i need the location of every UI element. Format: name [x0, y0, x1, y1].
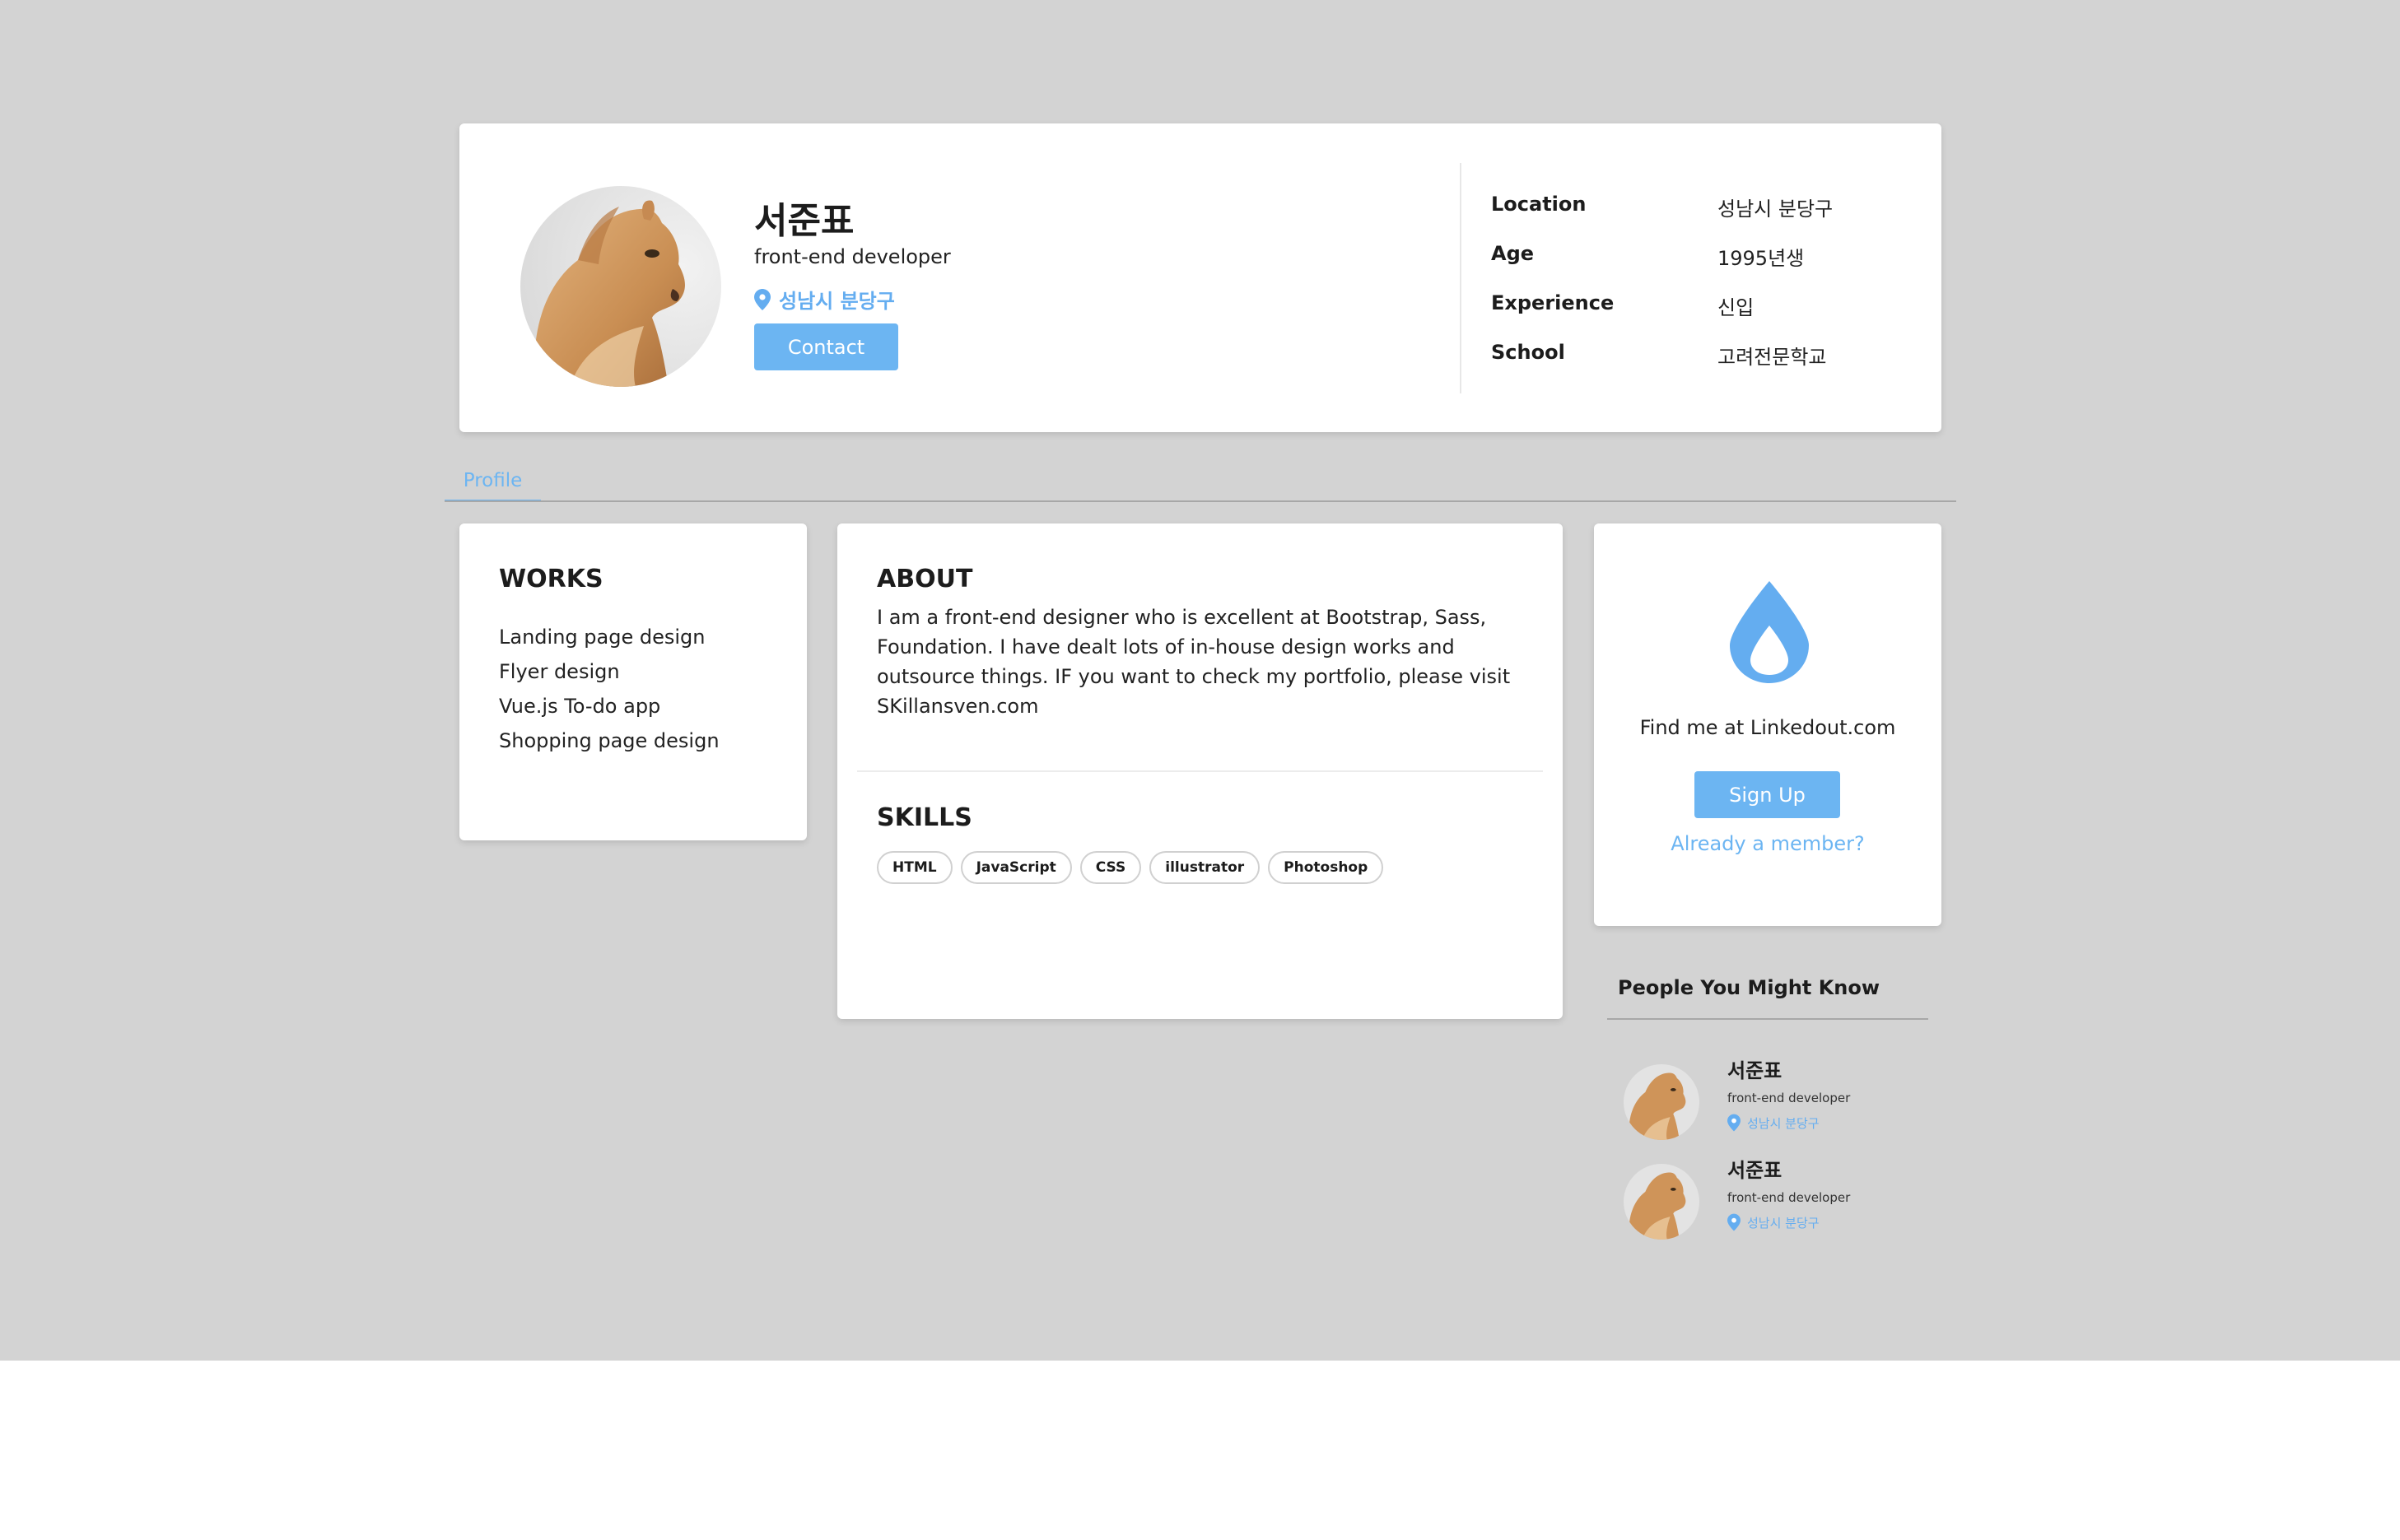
- list-item[interactable]: 서준표 front-end developer 성남시 분당구: [1624, 1154, 1936, 1245]
- find-me-text: Find me at Linkedout.com: [1639, 716, 1896, 739]
- info-value-school: 고려전문학교: [1717, 346, 1827, 369]
- person-location-text: 성남시 분당구: [1747, 1115, 1820, 1131]
- person-location-text: 성남시 분당구: [1747, 1215, 1820, 1231]
- info-value-experience: 신입: [1717, 296, 1755, 319]
- works-card: WORKS Landing page design Flyer design V…: [459, 523, 807, 840]
- skill-tag: HTML: [877, 851, 953, 884]
- profile-location: 성남시 분당구: [754, 285, 895, 314]
- person-location: 성남시 분당구: [1727, 1213, 1820, 1231]
- person-role: front-end developer: [1727, 1190, 1851, 1205]
- skill-tag: illustrator: [1149, 851, 1261, 884]
- list-item: Flyer design: [499, 660, 620, 683]
- profile-name: 서준표: [754, 200, 855, 242]
- list-item: Shopping page design: [499, 729, 720, 752]
- person-role: front-end developer: [1727, 1091, 1851, 1105]
- tab-profile[interactable]: Profile: [445, 461, 541, 502]
- map-pin-icon: [754, 288, 771, 310]
- profile-avatar: [520, 186, 721, 387]
- avatar: [1624, 1164, 1699, 1240]
- people-divider: [1607, 1018, 1928, 1020]
- works-list: Landing page design Flyer design Vue.js …: [499, 626, 720, 764]
- signup-card: Find me at Linkedout.com Sign Up Already…: [1594, 523, 1941, 926]
- about-text: I am a front-end designer who is excelle…: [877, 606, 1511, 718]
- skills-title: SKILLS: [877, 803, 972, 832]
- sign-up-button[interactable]: Sign Up: [1694, 771, 1840, 818]
- person-location: 성남시 분당구: [1727, 1114, 1820, 1132]
- header-divider: [1460, 163, 1461, 393]
- profile-location-text: 성남시 분당구: [779, 290, 895, 313]
- about-title: ABOUT: [877, 565, 973, 593]
- info-value-age: 1995년생: [1717, 247, 1805, 270]
- map-pin-icon: [1727, 1213, 1741, 1231]
- map-pin-icon: [1727, 1114, 1741, 1132]
- list-item[interactable]: 서준표 front-end developer 성남시 분당구: [1624, 1054, 1936, 1145]
- water-drop-icon: [1730, 581, 1809, 683]
- info-label-school: School: [1491, 341, 1565, 364]
- profile-header-card: 서준표 front-end developer 성남시 분당구 Contact …: [459, 123, 1941, 432]
- skill-tag: JavaScript: [960, 851, 1072, 884]
- already-member-link[interactable]: Already a member?: [1594, 832, 1941, 855]
- list-item: Vue.js To-do app: [499, 695, 661, 718]
- list-item: Landing page design: [499, 626, 706, 649]
- contact-button[interactable]: Contact: [754, 323, 898, 370]
- info-value-location: 성남시 분당구: [1717, 198, 1834, 221]
- about-divider: [857, 770, 1543, 772]
- skills-list: HTML JavaScript CSS illustrator Photosho…: [877, 851, 1384, 884]
- avatar: [1624, 1064, 1699, 1140]
- info-label-location: Location: [1491, 193, 1587, 216]
- people-title: People You Might Know: [1618, 976, 1880, 999]
- profile-role: front-end developer: [754, 245, 951, 268]
- info-label-age: Age: [1491, 242, 1535, 265]
- about-card: ABOUT I am a front-end designer who is e…: [837, 523, 1563, 1019]
- skill-tag: CSS: [1079, 851, 1142, 884]
- works-title: WORKS: [499, 565, 603, 593]
- info-label-experience: Experience: [1491, 291, 1615, 314]
- tab-bar-underline: [445, 500, 1956, 502]
- person-name: 서준표: [1727, 1059, 1783, 1082]
- skill-tag: Photoshop: [1268, 851, 1384, 884]
- person-name: 서준표: [1727, 1159, 1783, 1182]
